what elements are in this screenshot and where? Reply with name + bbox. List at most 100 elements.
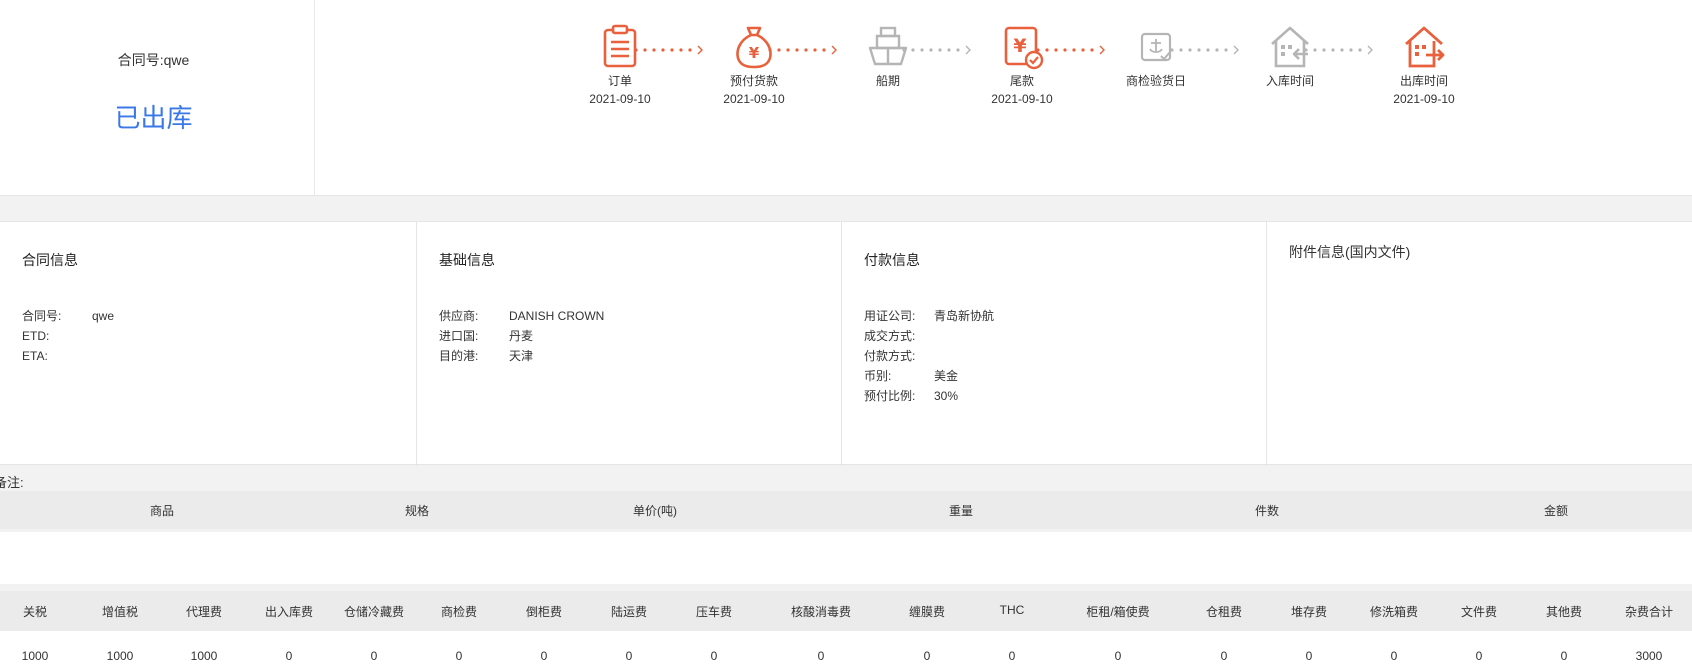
fee-col-header: 关税: [22, 605, 48, 619]
info-key: 付款方式:: [864, 349, 916, 363]
fee-col-header: 核酸消毒费: [790, 605, 852, 619]
step-date: [828, 92, 948, 106]
info-row: 币别: 美金: [864, 366, 994, 386]
goods-col-header: 单价(吨): [633, 504, 677, 518]
fee-cell: 0: [455, 649, 463, 663]
panel-title: 合同信息: [22, 252, 78, 268]
step-date: 2021-09-10: [991, 92, 1053, 106]
step-label: 预付货款: [729, 74, 778, 88]
panel-title: 附件信息(国内文件): [1289, 244, 1411, 260]
svg-text:¥: ¥: [1013, 35, 1026, 57]
fee-cell: 0: [1008, 649, 1016, 663]
step-label: 订单: [607, 74, 632, 88]
info-value: 美金: [934, 369, 959, 383]
fee-cell: 0: [625, 649, 633, 663]
fee-col-header: THC: [999, 603, 1025, 617]
info-key: 进口国:: [439, 329, 479, 343]
info-key: 预付比例:: [864, 389, 916, 403]
info-key: 币别:: [864, 369, 892, 383]
progress-steps: 订单 2021-09-10 ¥ 预付货款 2021-09-10 船期 ¥ 尾款 …: [560, 24, 1460, 114]
contract-number-line: 合同号:qwe: [0, 50, 307, 70]
info-value: 30%: [934, 389, 959, 403]
goods-table-body: [0, 532, 1692, 584]
fee-col-header: 仓租费: [1205, 605, 1243, 619]
fee-col-header: 陆运费: [610, 605, 648, 619]
fee-col-header: 商检费: [440, 605, 478, 619]
info-row: 合同号: qwe: [22, 306, 114, 326]
info-key: 目的港:: [439, 349, 479, 363]
step-inspection: 商检验货日: [1096, 24, 1216, 106]
panel-title: 基础信息: [439, 252, 495, 268]
info-value: DANISH CROWN: [509, 309, 605, 323]
attachment-info-panel: 附件信息(国内文件): [1267, 222, 1692, 466]
goods-col-header: 件数: [1254, 504, 1280, 518]
fee-cell: 0: [710, 649, 718, 663]
info-row: 进口国: 丹麦: [439, 326, 604, 346]
step-label: 入库时间: [1265, 74, 1314, 88]
step-warehouse-in: 入库时间: [1230, 24, 1350, 106]
fee-cell: 1000: [21, 649, 49, 663]
fee-col-header: 修洗箱费: [1369, 605, 1419, 619]
info-value: 丹麦: [509, 329, 534, 343]
fee-cell: 0: [1305, 649, 1313, 663]
fee-col-header: 缠膜费: [908, 605, 946, 619]
info-value: 天津: [509, 349, 534, 363]
fee-table-header: 关税 增值税 代理费 出入库费 仓储冷藏费 商检费 倒柜费 陆运费 压车费 核酸…: [0, 591, 1692, 631]
info-row: ETA:: [22, 346, 114, 366]
step-prepayment: ¥ 预付货款 2021-09-10: [694, 24, 814, 106]
fee-cell: 3000: [1635, 649, 1663, 663]
goods-col-header: 重量: [948, 504, 974, 518]
step-label: 出库时间: [1399, 74, 1448, 88]
info-row: 供应商: DANISH CROWN: [439, 306, 604, 326]
fee-col-header: 堆存费: [1290, 605, 1328, 619]
info-row: 付款方式:: [864, 346, 994, 366]
fee-col-header: 代理费: [185, 605, 223, 619]
info-value: qwe: [92, 309, 115, 323]
step-date: 2021-09-10: [1393, 92, 1455, 106]
fee-cell: 0: [1475, 649, 1483, 663]
info-row: 目的港: 天津: [439, 346, 604, 366]
step-shipping: 船期: [828, 24, 948, 106]
info-value: 青岛新协航: [934, 309, 995, 323]
fee-cell: 0: [1390, 649, 1398, 663]
info-key: ETA:: [22, 349, 48, 363]
step-final-payment: ¥ 尾款 2021-09-10: [962, 24, 1082, 106]
step-date: [1230, 92, 1350, 106]
warehouse-out-icon: [1405, 26, 1445, 68]
info-key: 供应商:: [439, 309, 479, 323]
fee-col-header: 其他费: [1545, 605, 1583, 619]
basic-info-panel: 基础信息 供应商: DANISH CROWN 进口国: 丹麦 目的港: 天津: [417, 222, 842, 466]
step-label: 船期: [875, 74, 900, 88]
fee-cell: 0: [1114, 649, 1122, 663]
contract-info-panel: 合同信息 合同号: qwe ETD: ETA:: [0, 222, 417, 466]
fee-cell: 1000: [106, 649, 134, 663]
fee-col-header: 增值税: [101, 605, 139, 619]
fee-col-header: 出入库费: [264, 605, 314, 619]
fee-col-header: 文件费: [1460, 605, 1498, 619]
fee-col-header: 压车费: [695, 605, 733, 619]
step-date: 2021-09-10: [723, 92, 785, 106]
goods-col-header: 金额: [1543, 504, 1569, 518]
fee-cell: 0: [1220, 649, 1228, 663]
fee-cell: 0: [285, 649, 293, 663]
info-row: ETD:: [22, 326, 114, 346]
order-header: 合同号:qwe 已出库 订单 2021-09-10 ¥ 预付货款 2021-09…: [0, 0, 1692, 196]
step-warehouse-out: 出库时间 2021-09-10: [1364, 24, 1484, 106]
contract-number-label: 合同号:: [117, 52, 164, 68]
step-date: 2021-09-10: [589, 92, 651, 106]
info-key: 成交方式:: [864, 329, 916, 343]
info-panels: 合同信息 合同号: qwe ETD: ETA: 基础信息 供应商: DANISH C…: [0, 221, 1692, 466]
step-label: 尾款: [1009, 74, 1034, 88]
payment-info-panel: 付款信息 用证公司: 青岛新协航 成交方式: 付款方式: 币别: 美金 预付比例: 3…: [842, 222, 1267, 466]
contract-summary: 合同号:qwe 已出库: [0, 0, 315, 196]
info-key: 合同号:: [22, 309, 62, 323]
fee-cell: 0: [1560, 649, 1568, 663]
step-order: 订单 2021-09-10: [560, 24, 680, 106]
fee-col-header: 杂费合计: [1624, 605, 1674, 619]
fee-col-header: 柜租/箱使费: [1086, 605, 1150, 619]
fee-col-header: 仓储冷藏费: [343, 605, 405, 619]
remark-label: 备注:: [0, 475, 24, 490]
goods-col-header: 规格: [404, 504, 430, 518]
info-key: 用证公司:: [864, 309, 916, 323]
info-row: 预付比例: 30%: [864, 386, 994, 406]
